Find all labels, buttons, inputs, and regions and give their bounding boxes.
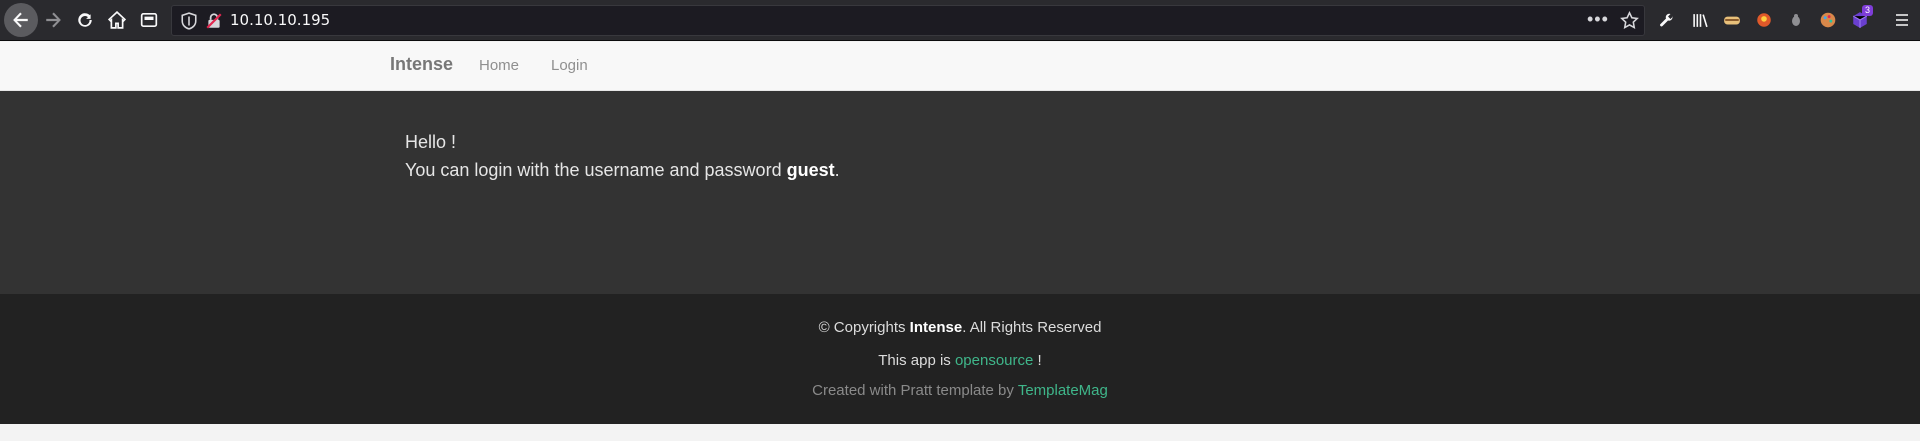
nav-link-login[interactable]: Login: [551, 57, 588, 74]
arrow-right-icon: [46, 12, 61, 28]
cookie-extension-icon[interactable]: [1722, 10, 1742, 30]
copyright-brand: Intense: [909, 319, 963, 336]
opensource-link[interactable]: opensource: [955, 352, 1033, 369]
url-bar[interactable]: 10.10.10.195 •••: [171, 5, 1645, 36]
app-suffix: !: [1033, 352, 1042, 369]
credit-prefix: Created with Pratt template by: [812, 382, 1018, 399]
templatemag-link[interactable]: TemplateMag: [1018, 382, 1108, 399]
page-bottom-strip: [0, 424, 1920, 441]
home-icon: [108, 11, 126, 29]
browser-toolbar: 10.10.10.195 ••• 3: [0, 0, 1920, 41]
tracking-shield-icon[interactable]: [180, 12, 198, 30]
copyright-suffix: . All Rights Reserved: [962, 319, 1102, 336]
tab-window-icon: [140, 12, 158, 28]
arrow-left-icon: [13, 12, 28, 28]
hero-greeting: Hello !: [405, 132, 457, 152]
forward-button[interactable]: [37, 4, 69, 36]
url-text[interactable]: 10.10.10.195: [230, 11, 330, 29]
hamburger-menu-icon[interactable]: [1892, 10, 1912, 30]
back-button[interactable]: [4, 3, 38, 37]
page-actions-icon[interactable]: •••: [1587, 9, 1609, 30]
hero-login-hint: You can login with the username and pass…: [405, 160, 840, 181]
hero-section: Hello ! You can login with the username …: [0, 91, 1920, 294]
app-prefix: This app is: [878, 352, 955, 369]
footer-credit: Created with Pratt template by TemplateM…: [0, 382, 1920, 399]
extension-badge: 3: [1862, 5, 1874, 16]
wrench-icon[interactable]: [1657, 10, 1677, 30]
copyright-prefix: © Copyrights: [818, 319, 910, 336]
home-button[interactable]: [101, 4, 133, 36]
insecure-lock-icon[interactable]: [205, 12, 223, 30]
reload-button[interactable]: [69, 4, 101, 36]
container-tab-button[interactable]: [133, 4, 165, 36]
bookmark-star-icon[interactable]: [1620, 11, 1639, 30]
palette-extension-icon[interactable]: [1818, 10, 1838, 30]
login-credential: guest: [786, 160, 835, 180]
site-footer: © Copyrights Intense. All Rights Reserve…: [0, 294, 1920, 424]
library-icon[interactable]: [1690, 10, 1710, 30]
login-hint-suffix: .: [834, 160, 840, 180]
footer-opensource-note: This app is opensource !: [0, 352, 1920, 369]
login-hint-prefix: You can login with the username and pass…: [405, 160, 787, 180]
nav-link-home[interactable]: Home: [479, 57, 519, 74]
orange-extension-icon[interactable]: [1754, 10, 1774, 30]
site-brand[interactable]: Intense: [390, 54, 453, 75]
site-navbar: Intense Home Login: [0, 42, 1920, 91]
footer-copyright: © Copyrights Intense. All Rights Reserve…: [0, 319, 1920, 336]
reload-icon: [78, 13, 92, 27]
bug-extension-icon[interactable]: [1786, 10, 1806, 30]
